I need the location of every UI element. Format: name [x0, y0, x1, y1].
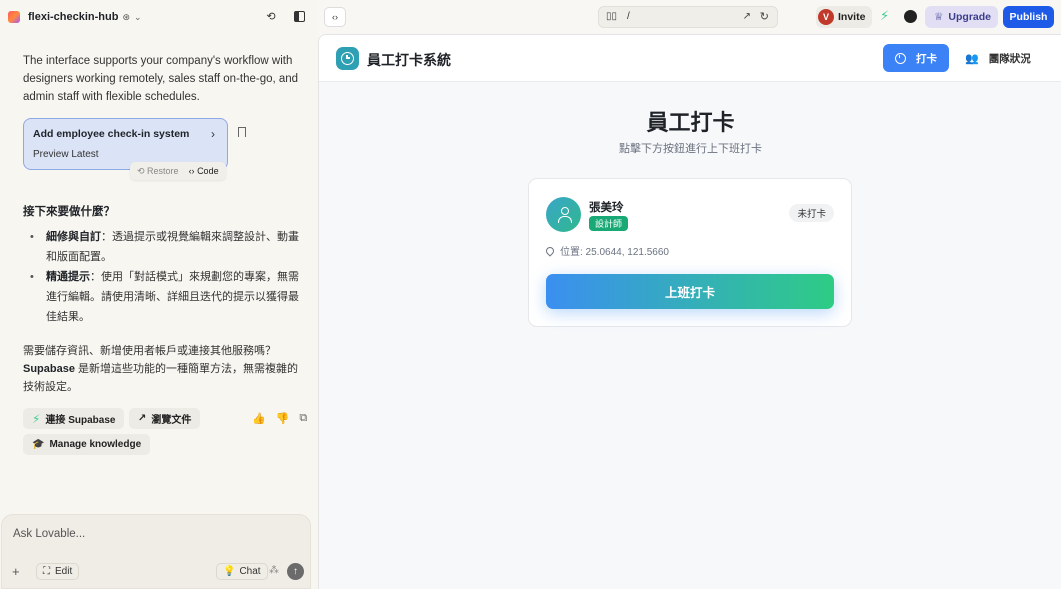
app-header: 員工打卡系統 打卡 👥 團隊狀況	[319, 35, 1061, 82]
chat-composer[interactable]: Ask Lovable... + ⛶ Edit 💡 Chat ⁂ ↑	[1, 514, 311, 589]
chat-panel: flexi-checkin-hub ⊛ ⌄ ⟲ The interface su…	[0, 0, 318, 589]
list-item: 細修與自訂：透過提示或視覺編輯來調整設計、動畫和版面配置。	[30, 227, 305, 267]
bookmark-icon[interactable]	[238, 127, 246, 137]
employee-card: 張美玲 設計師 未打卡 位置: 25.0644, 121.5660 上班打卡	[528, 178, 852, 327]
lovable-logo[interactable]	[8, 11, 20, 23]
version-card-subtitle: Preview Latest	[33, 149, 99, 160]
user-icon	[557, 206, 572, 223]
version-card-title: Add employee check-in system	[33, 128, 190, 140]
project-name[interactable]: flexi-checkin-hub	[28, 11, 118, 23]
list-item: 精通提示：使用「對話模式」來規劃您的專案，無需進行編輯。請使用清晰、詳細且迭代的…	[30, 267, 305, 327]
book-icon[interactable]: ▯▯	[606, 11, 617, 22]
chevron-right-icon[interactable]: ›	[211, 127, 215, 141]
next-steps-heading: 接下來要做什麼？	[23, 206, 115, 218]
chat-input[interactable]: Ask Lovable...	[13, 528, 85, 540]
supabase-info-text: 需要儲存資訊、新增使用者帳戶或連接其他服務嗎？ Supabase 是新增這些功能的…	[23, 345, 299, 393]
thumbs-up-icon[interactable]: 👍	[252, 412, 266, 425]
connect-supabase-button[interactable]: ⚡ 連接 Supabase	[23, 408, 125, 429]
invite-label[interactable]: Invite	[838, 11, 865, 23]
clock-icon	[895, 52, 906, 64]
users-icon: 👥	[965, 53, 979, 65]
thumbs-down-icon[interactable]: 👎	[276, 412, 290, 425]
plus-icon[interactable]: +	[12, 564, 20, 579]
avatar	[546, 197, 581, 232]
github-icon[interactable]	[904, 10, 917, 23]
send-button[interactable]: ↑	[287, 563, 304, 580]
edit-button[interactable]: ⛶ Edit	[36, 563, 80, 580]
arrow-up-right-icon: ↗	[138, 413, 147, 424]
history-icon[interactable]: ⟲	[264, 9, 278, 23]
page-title: 員工打卡	[646, 110, 735, 135]
voice-icon[interactable]: ⁂	[269, 565, 279, 576]
map-pin-icon	[544, 244, 556, 257]
status-badge: 未打卡	[789, 204, 834, 222]
code-button[interactable]: ‹› Code	[189, 166, 219, 176]
upgrade-button[interactable]: ♕ Upgrade	[925, 6, 998, 28]
crown-icon: ♕	[934, 11, 944, 23]
clock-icon	[341, 52, 354, 65]
preview-toolbar: ‹› ▯▯ / ↗ ↻ V Invite ⚡ ♕ Upgrade Publish	[318, 0, 1061, 34]
feedback-actions: 👍 👎 ⧉	[252, 412, 307, 425]
employee-name: 張美玲	[589, 202, 624, 214]
app-logo	[336, 47, 359, 70]
chevron-down-icon[interactable]: ⌄	[134, 12, 142, 23]
supabase-bolt-icon: ⚡	[32, 411, 41, 426]
manage-knowledge-button[interactable]: 🎓 Manage knowledge	[23, 434, 151, 455]
publish-button[interactable]: Publish	[1003, 6, 1054, 28]
page-subtitle: 點擊下方按鈕進行上下班打卡	[619, 143, 762, 155]
clock-in-button[interactable]: 上班打卡	[546, 274, 834, 309]
lightbulb-icon: 💡	[223, 566, 236, 577]
employee-location: 位置: 25.0644, 121.5660	[544, 243, 669, 258]
assistant-intro-text: The interface supports your company's wo…	[23, 55, 299, 103]
app-preview: 員工打卡系統 打卡 👥 團隊狀況 員工打卡 點擊下方按鈕進行上下班打卡 張美玲 …	[318, 34, 1061, 589]
sidebar-toggle-icon[interactable]	[292, 9, 306, 23]
open-external-icon[interactable]: ↗	[743, 11, 751, 22]
nav-punch-button[interactable]: 打卡	[883, 44, 949, 72]
supabase-bolt-icon[interactable]: ⚡	[880, 8, 889, 24]
role-badge: 設計師	[589, 216, 629, 231]
refresh-icon[interactable]: ↻	[760, 10, 769, 23]
version-card-tools: ⟲ Restore ‹› Code	[130, 162, 226, 180]
select-icon: ⛶	[43, 566, 50, 577]
chat-mode-button[interactable]: 💡 Chat	[216, 563, 268, 580]
code-view-toggle[interactable]: ‹›	[324, 7, 346, 27]
graduation-cap-icon: 🎓	[32, 439, 45, 450]
copy-icon[interactable]: ⧉	[299, 412, 307, 425]
globe-icon: ⊛	[122, 11, 131, 22]
user-avatar[interactable]: V	[818, 9, 834, 25]
next-steps-list: 細修與自訂：透過提示或視覺編輯來調整設計、動畫和版面配置。 精通提示：使用「對話…	[30, 227, 305, 327]
nav-team-status-button[interactable]: 👥 團隊狀況	[965, 51, 1031, 66]
preview-url-bar[interactable]: ▯▯ / ↗ ↻	[598, 6, 778, 28]
project-header: flexi-checkin-hub ⊛ ⌄ ⟲	[0, 0, 318, 34]
restore-button[interactable]: ⟲ Restore	[137, 166, 179, 177]
url-path[interactable]: /	[627, 11, 630, 22]
browse-docs-button[interactable]: ↗ 瀏覽文件	[129, 408, 201, 429]
app-title: 員工打卡系統	[367, 52, 451, 68]
